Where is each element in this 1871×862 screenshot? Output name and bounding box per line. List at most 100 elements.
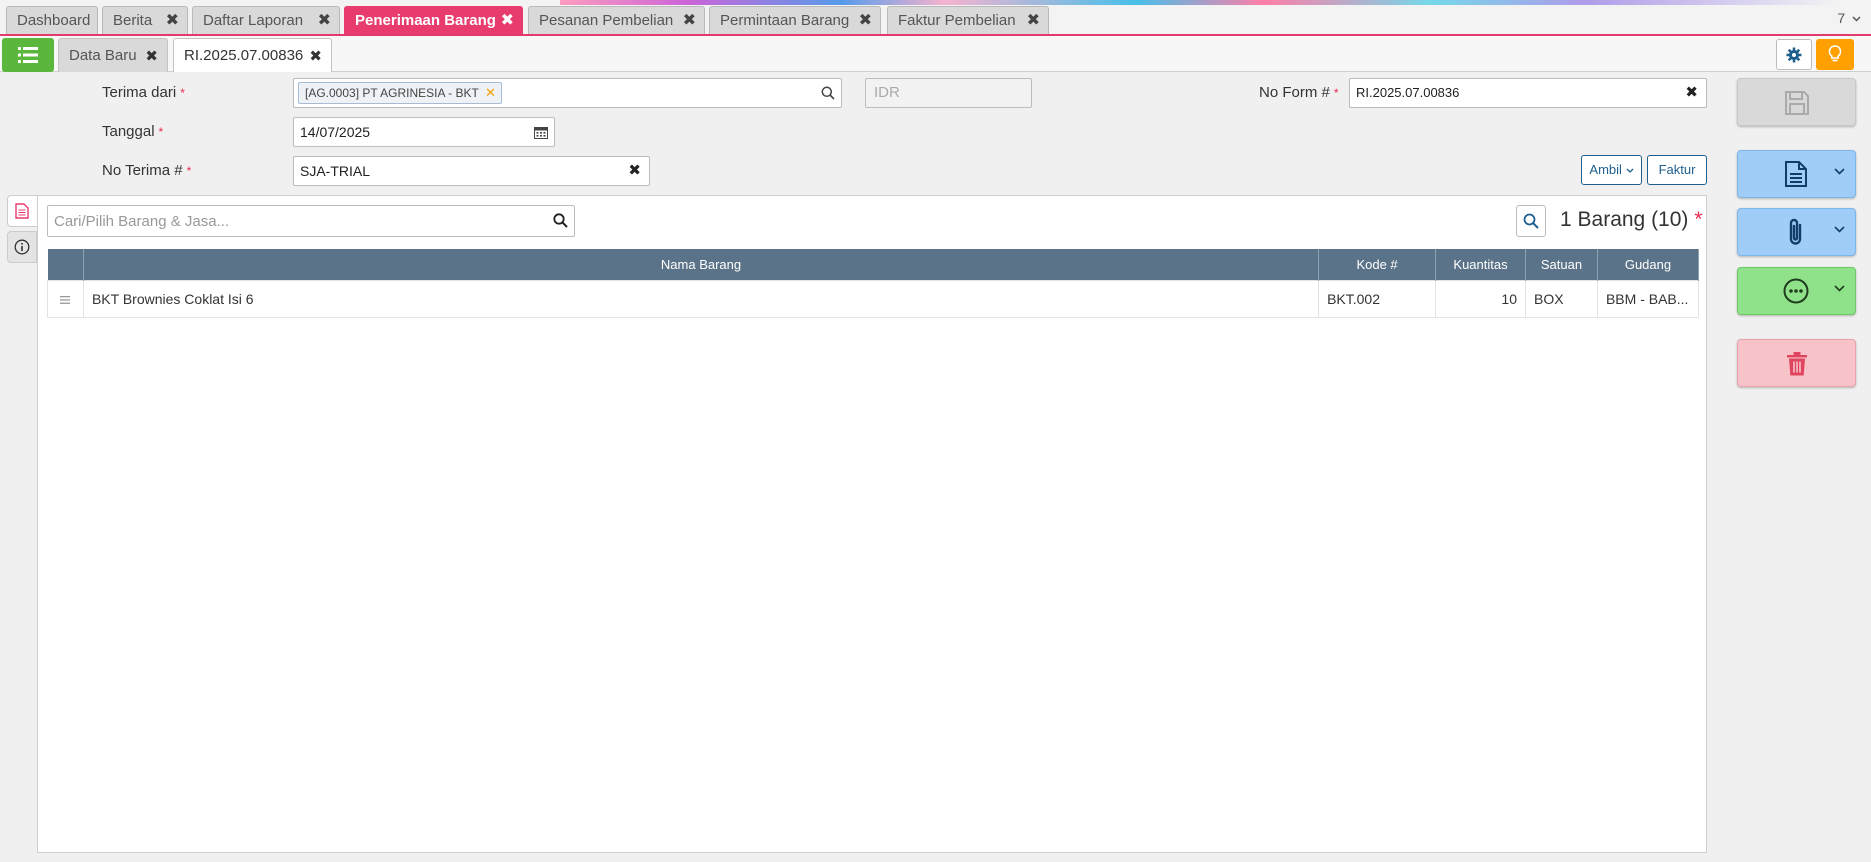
column-gudang[interactable]: Gudang — [1597, 249, 1700, 280]
currency-placeholder: IDR — [874, 84, 900, 101]
more-actions-button[interactable] — [1737, 267, 1856, 315]
remove-chip-icon[interactable]: ✕ — [485, 83, 496, 103]
chevron-down-icon — [1626, 168, 1634, 173]
faktur-label: Faktur — [1658, 162, 1696, 177]
cell-kode: BKT.002 — [1318, 279, 1437, 318]
items-summary-text: 1 Barang (10) — [1560, 208, 1689, 231]
save-button[interactable] — [1737, 78, 1856, 126]
tab-permintaan-barang[interactable]: Permintaan Barang ✖ — [709, 6, 881, 34]
terima-dari-label: Terima dari * — [102, 84, 185, 101]
close-icon[interactable]: ✖ — [683, 7, 696, 34]
cell-gudang: BBM - BAB... — [1596, 279, 1700, 318]
attachment-button[interactable] — [1737, 208, 1856, 256]
item-search-field[interactable] — [47, 205, 575, 237]
tab-pesanan-pembelian[interactable]: Pesanan Pembelian ✖ — [528, 6, 705, 34]
tab-faktur-pembelian[interactable]: Faktur Pembelian ✖ — [887, 6, 1049, 34]
tab-count-value: 7 — [1837, 10, 1846, 26]
document-icon — [15, 203, 29, 219]
close-icon[interactable]: ✖ — [309, 40, 322, 73]
tab-label: Data Baru — [69, 47, 137, 64]
label-text: Terima dari — [102, 84, 177, 101]
column-nama-barang[interactable]: Nama Barang — [83, 249, 1320, 280]
chevron-down-icon[interactable] — [1834, 226, 1845, 233]
required-mark: * — [158, 125, 164, 139]
print-button[interactable] — [1737, 150, 1856, 198]
tab-data-baru[interactable]: Data Baru ✖ — [58, 38, 168, 72]
chevron-down-icon[interactable] — [1834, 285, 1845, 292]
required-mark: * — [1694, 208, 1703, 231]
faktur-button[interactable]: Faktur — [1647, 155, 1707, 185]
trash-icon — [1787, 352, 1807, 376]
column-satuan[interactable]: Satuan — [1525, 249, 1598, 280]
no-form-label: No Form # * — [1259, 84, 1339, 101]
clear-icon[interactable]: ✖ — [628, 157, 641, 185]
close-icon[interactable]: ✖ — [501, 7, 514, 34]
save-icon — [1785, 91, 1809, 115]
lightbulb-icon — [1828, 45, 1842, 62]
required-mark: * — [186, 164, 192, 178]
document-tab-bar: Data Baru ✖ RI.2025.07.00836 ✖ — [0, 36, 1871, 72]
tab-penerimaan-barang[interactable]: Penerimaan Barang ✖ — [344, 6, 523, 34]
search-icon — [1523, 213, 1539, 229]
detail-side-tab[interactable] — [7, 195, 37, 227]
advanced-search-button[interactable] — [1516, 205, 1546, 237]
tab-daftar-laporan[interactable]: Daftar Laporan ✖ — [192, 6, 340, 34]
column-kuantitas[interactable]: Kuantitas — [1435, 249, 1526, 280]
no-form-input[interactable]: RI.2025.07.00836 ✖ — [1349, 78, 1707, 108]
tab-label: Berita — [113, 12, 153, 29]
tab-label: Dashboard — [17, 12, 91, 29]
item-search-input[interactable] — [48, 206, 528, 236]
vendor-select[interactable]: [AG.0003] PT AGRINESIA - BKT ✕ — [293, 78, 842, 108]
more-options-icon — [1783, 278, 1809, 304]
items-table: Nama Barang Kode # Kuantitas Satuan Guda… — [47, 249, 1700, 318]
tab-ri-document[interactable]: RI.2025.07.00836 ✖ — [173, 38, 332, 72]
label-text: No Form # — [1259, 84, 1330, 101]
info-icon — [14, 239, 30, 255]
items-summary: 1 Barang (10) * — [1560, 208, 1703, 232]
tab-label: Pesanan Pembelian — [539, 12, 674, 29]
ambil-button[interactable]: Ambil — [1581, 155, 1642, 185]
search-icon[interactable] — [821, 86, 835, 100]
tab-berita[interactable]: Berita ✖ — [102, 6, 188, 34]
vendor-chip: [AG.0003] PT AGRINESIA - BKT ✕ — [298, 82, 502, 104]
header-decoration — [560, 0, 1840, 5]
table-row[interactable]: BKT Brownies Coklat Isi 6 BKT.002 10 BOX… — [47, 279, 1700, 318]
cell-kuantitas: 10 — [1435, 279, 1526, 318]
ambil-label: Ambil — [1589, 162, 1622, 177]
cell-nama-barang: BKT Brownies Coklat Isi 6 — [82, 279, 1320, 318]
drag-handle-icon — [60, 295, 71, 304]
drag-handle[interactable] — [47, 279, 84, 318]
close-icon[interactable]: ✖ — [1027, 7, 1040, 34]
close-icon[interactable]: ✖ — [166, 7, 179, 34]
calendar-icon[interactable] — [534, 126, 548, 139]
label-text: Tanggal — [102, 123, 155, 140]
currency-field[interactable]: IDR — [865, 78, 1032, 108]
list-icon — [18, 47, 38, 63]
chevron-down-icon[interactable] — [1834, 168, 1845, 175]
info-side-tab[interactable] — [7, 231, 37, 263]
close-icon[interactable]: ✖ — [859, 7, 872, 34]
tab-dashboard[interactable]: Dashboard — [6, 6, 98, 34]
tab-label: RI.2025.07.00836 — [184, 47, 304, 64]
no-terima-input[interactable]: SJA-TRIAL ✖ — [293, 156, 650, 186]
date-input[interactable]: 14/07/2025 — [293, 117, 555, 147]
tab-overflow-menu[interactable]: 7 — [1837, 10, 1861, 26]
no-terima-label: No Terima # * — [102, 162, 191, 179]
tab-label: Permintaan Barang — [720, 12, 850, 29]
close-icon[interactable]: ✖ — [145, 40, 158, 73]
paperclip-icon — [1789, 218, 1802, 245]
tips-button[interactable] — [1816, 39, 1854, 70]
delete-button[interactable] — [1737, 339, 1856, 387]
tab-label: Penerimaan Barang — [355, 12, 496, 29]
settings-button[interactable] — [1776, 39, 1812, 70]
search-icon[interactable] — [553, 213, 568, 228]
list-menu-button[interactable] — [2, 38, 54, 72]
document-icon — [1785, 161, 1807, 187]
clear-icon[interactable]: ✖ — [1685, 79, 1698, 107]
column-kode[interactable]: Kode # — [1318, 249, 1437, 280]
required-mark: * — [180, 86, 185, 100]
close-icon[interactable]: ✖ — [318, 7, 331, 34]
no-terima-value: SJA-TRIAL — [300, 163, 371, 179]
tab-label: Faktur Pembelian — [898, 12, 1016, 29]
top-tab-bar: Dashboard Berita ✖ Daftar Laporan ✖ Pene… — [0, 0, 1871, 36]
